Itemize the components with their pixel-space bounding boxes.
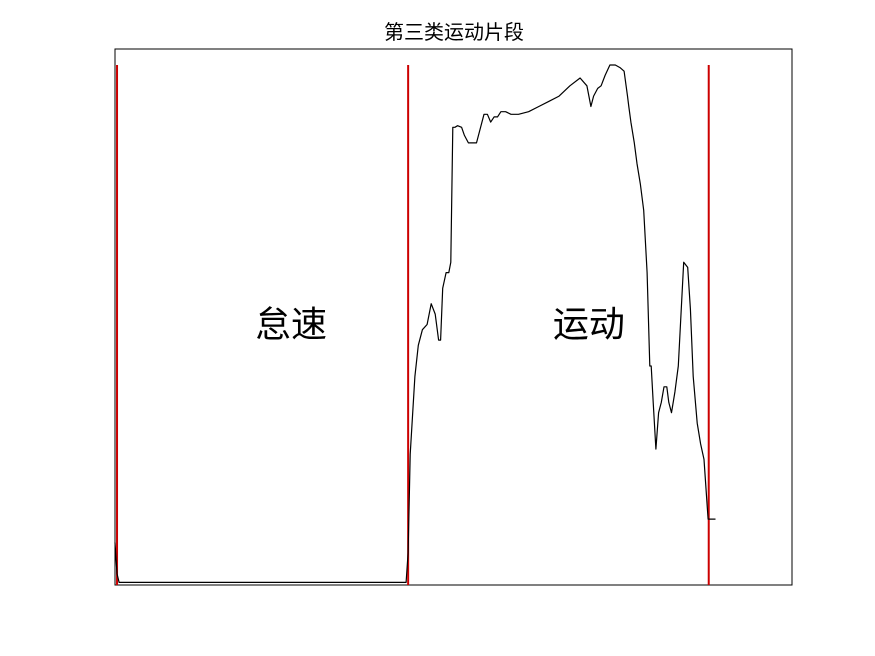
- series-line: [114, 64, 716, 584]
- region-label: 怠速: [255, 305, 327, 346]
- region-label: 运动: [553, 305, 625, 346]
- annotation-layer: 怠速 运动: [255, 305, 625, 346]
- series-layer: [114, 64, 716, 584]
- chart-figure: 第三类运动片段 怠速 运动: [114, 20, 793, 586]
- chart-title: 第三类运动片段: [384, 20, 524, 44]
